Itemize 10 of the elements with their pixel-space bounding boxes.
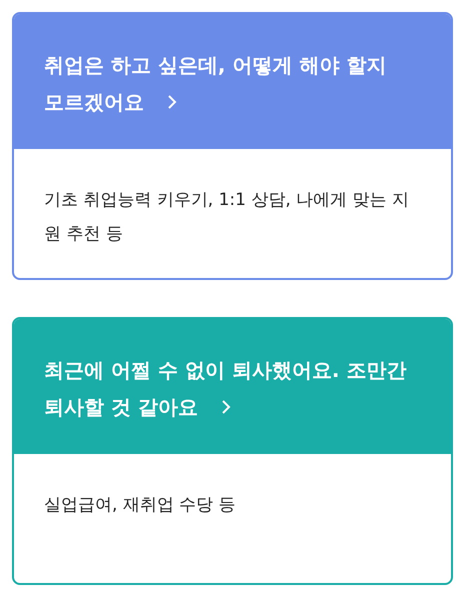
card-header[interactable]: 취업은 하고 싶은데, 어떻게 해야 할지 모르겠어요 — [14, 14, 451, 149]
chevron-right-icon — [166, 94, 178, 110]
card-header[interactable]: 최근에 어쩔 수 없이 퇴사했어요. 조만간 퇴사할 것 같아요 — [14, 319, 451, 454]
card-background[interactable]: 취업은 하고 싶은데, 어떻게 해야 할지 모르겠어요 기초 취업능력 키우기, 1:1 상담, 나에게 맞는 지원 추천 등 — [12, 12, 453, 280]
card-background[interactable]: 최근에 어쩔 수 없이 퇴사했어요. 조만간 퇴사할 것 같아요 실업급여, 재취업 수당 등 — [12, 317, 453, 585]
chevron-right-icon — [220, 399, 232, 415]
card-title[interactable]: 취업은 하고 싶은데, 어떻게 해야 할지 모르겠어요 — [44, 47, 411, 121]
card-description: 실업급여, 재취업 수당 등 — [44, 494, 237, 517]
card-title[interactable]: 최근에 어쩔 수 없이 퇴사했어요. 조만간 퇴사할 것 같아요 — [44, 352, 411, 426]
card-description: 기초 취업능력 키우기, 1:1 상담, 나에게 맞는 지원 추천 등 — [44, 189, 410, 246]
